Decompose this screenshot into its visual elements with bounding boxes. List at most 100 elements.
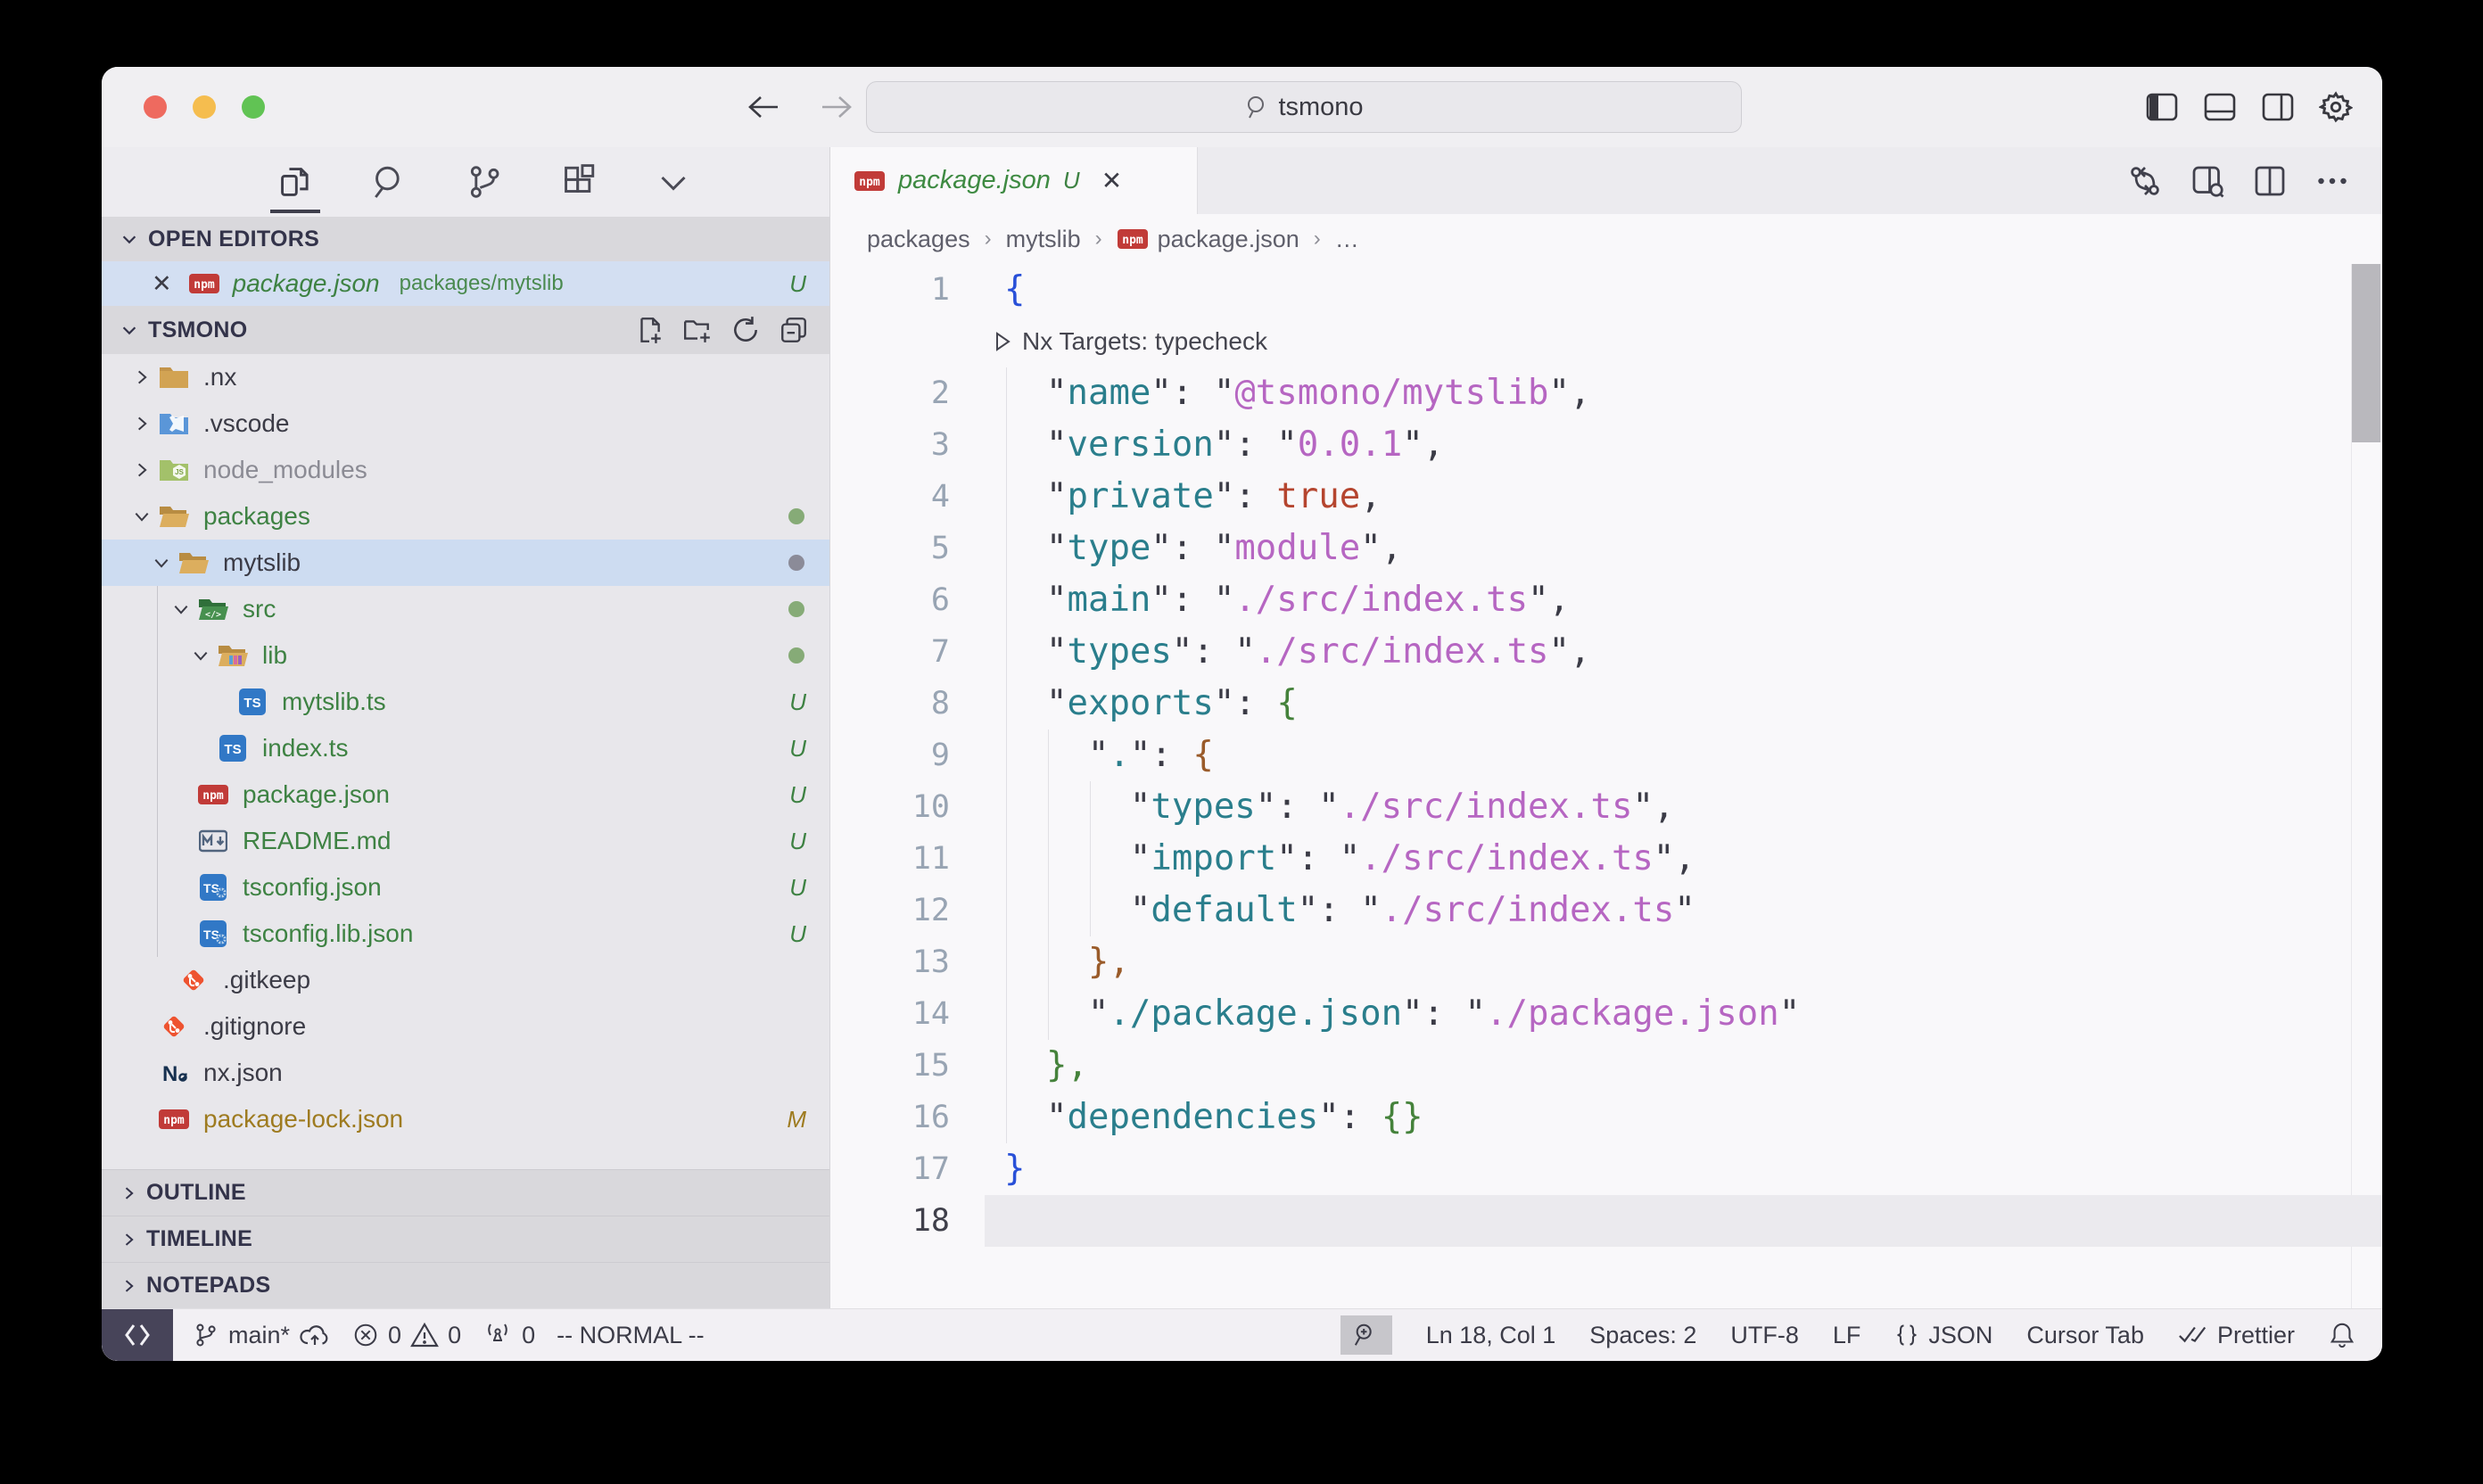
traffic-lights (144, 95, 265, 119)
forward-arrow-icon[interactable] (819, 88, 856, 126)
svg-text:</>: </> (205, 610, 221, 620)
tree-item-tsconfig-json[interactable]: TStsconfig.jsonU (102, 864, 829, 911)
code-text: "main": "./src/index.ts", (1004, 574, 1570, 626)
search-input[interactable]: tsmono (866, 81, 1742, 133)
chevron-down-icon (168, 600, 194, 618)
code-text: "name": "@tsmono/mytslib", (1004, 367, 1591, 419)
tree-item-label: nx.json (203, 1059, 283, 1087)
notifications-bell-icon[interactable] (2329, 1321, 2355, 1349)
search-view-icon[interactable] (362, 151, 417, 213)
new-folder-icon[interactable] (678, 310, 717, 350)
indentation-setting[interactable]: Spaces: 2 (1589, 1322, 1696, 1349)
tree-item-mytslib-ts[interactable]: TSmytslib.tsU (102, 679, 829, 725)
open-changes-icon[interactable] (2127, 163, 2163, 199)
back-arrow-icon[interactable] (744, 88, 781, 126)
git-status-badge: U (789, 874, 806, 902)
code-text: "import": "./src/index.ts", (1004, 833, 1695, 885)
line-number: 5 (830, 523, 950, 574)
settings-gear-icon[interactable] (2319, 90, 2353, 124)
open-editors-header[interactable]: OPEN EDITORS (102, 217, 829, 261)
codelens-nx-targets[interactable]: Nx Targets: typecheck (994, 316, 1267, 367)
code-text: }, (1004, 936, 1130, 988)
cursor-position[interactable]: Ln 18, Col 1 (1426, 1322, 1556, 1349)
section-header-notepads[interactable]: NOTEPADS (102, 1262, 829, 1308)
explorer-tab-icon[interactable] (268, 151, 323, 213)
collapse-all-icon[interactable] (774, 310, 813, 350)
eol-setting[interactable]: LF (1833, 1322, 1861, 1349)
breadcrumb-packages[interactable]: packages (867, 226, 970, 253)
formatter-status[interactable]: Prettier (2178, 1322, 2295, 1349)
code-line-3: 3"version": "0.0.1", (830, 419, 2382, 471)
encoding-setting[interactable]: UTF-8 (1730, 1322, 1799, 1349)
tree-item-label: node_modules (203, 456, 367, 484)
maximize-window-button[interactable] (242, 95, 265, 119)
ports-status[interactable]: 0 (483, 1321, 535, 1349)
vim-mode-label: -- NORMAL -- (557, 1322, 704, 1349)
tree-item-tsconfig-lib-json[interactable]: TStsconfig.lib.jsonU (102, 911, 829, 957)
braces-icon (1894, 1323, 1919, 1348)
toggle-secondary-sidebar-icon[interactable] (2261, 90, 2295, 124)
tree-item-readme-md[interactable]: README.mdU (102, 818, 829, 864)
toggle-panel-icon[interactable] (2203, 90, 2237, 124)
line-number: 6 (830, 574, 950, 626)
tree-item-src[interactable]: </>src (102, 586, 829, 632)
breadcrumb-mytslib[interactable]: mytslib (1006, 226, 1081, 253)
title-bar: tsmono (102, 67, 2382, 147)
tab-close-icon[interactable]: ✕ (1101, 166, 1122, 195)
code-editor[interactable]: 1{Nx Targets: typecheck2"name": "@tsmono… (830, 264, 2382, 1308)
section-header-outline[interactable]: OUTLINE (102, 1169, 829, 1216)
breadcrumb-package-json[interactable]: npmpackage.json (1117, 226, 1299, 253)
line-number: 16 (830, 1092, 950, 1143)
tree-item-lib[interactable]: lib (102, 632, 829, 679)
toggle-primary-sidebar-icon[interactable] (2145, 90, 2179, 124)
code-text: "exports": { (1004, 678, 1298, 730)
refresh-icon[interactable] (726, 310, 765, 350)
tree-item-package-json[interactable]: npmpackage.jsonU (102, 771, 829, 818)
tree-item--vscode[interactable]: .vscode (102, 400, 829, 447)
tree-item-mytslib[interactable]: mytslib (102, 540, 829, 586)
language-mode[interactable]: JSON (1894, 1322, 1992, 1349)
breadcrumb-separator: › (985, 227, 992, 251)
more-actions-icon[interactable] (2314, 163, 2350, 199)
line-number: 3 (830, 419, 950, 471)
section-header-timeline[interactable]: TIMELINE (102, 1216, 829, 1262)
close-editor-icon[interactable]: ✕ (152, 270, 172, 298)
tree-item-node-modules[interactable]: JSnode_modules (102, 447, 829, 493)
more-views-chevron-icon[interactable] (646, 151, 701, 213)
git-branch-status[interactable]: main* (193, 1322, 331, 1349)
cloud-upload-icon (299, 1322, 331, 1348)
tree-item--nx[interactable]: .nx (102, 354, 829, 400)
code-line-9: 9".": { (830, 730, 2382, 781)
vim-mode[interactable]: -- NORMAL -- (557, 1322, 704, 1349)
chevron-down-icon (120, 229, 139, 249)
problems-status[interactable]: 0 0 (352, 1322, 461, 1349)
cursor-tab-indicator[interactable]: Cursor Tab (2026, 1322, 2144, 1349)
ts-config-icon: TS (194, 874, 232, 901)
tab-package-json[interactable]: npm package.json U ✕ (830, 147, 1198, 214)
split-editor-icon[interactable] (2252, 163, 2288, 199)
open-editor-item[interactable]: ✕ npm package.json packages/mytslib U (102, 261, 829, 306)
screencast-zoom-indicator[interactable] (1340, 1315, 1392, 1355)
tree-item--gitkeep[interactable]: .gitkeep (102, 957, 829, 1003)
remote-indicator[interactable] (102, 1309, 173, 1361)
minimize-window-button[interactable] (193, 95, 216, 119)
code-line-1: 1{ (830, 264, 2382, 316)
code-line-14: 14"./package.json": "./package.json" (830, 988, 2382, 1040)
new-file-icon[interactable] (630, 310, 669, 350)
tree-item-packages[interactable]: packages (102, 493, 829, 540)
tree-item-index-ts[interactable]: TSindex.tsU (102, 725, 829, 771)
tree-item-package-lock-json[interactable]: npmpackage-lock.jsonM (102, 1096, 829, 1142)
line-number: 12 (830, 885, 950, 936)
close-window-button[interactable] (144, 95, 167, 119)
tree-item-label: packages (203, 502, 310, 531)
line-number: 18 (830, 1195, 950, 1247)
workspace-header[interactable]: TSMONO (102, 306, 829, 354)
extensions-icon[interactable] (551, 151, 606, 213)
source-control-icon[interactable] (457, 151, 512, 213)
code-text: } (1004, 1143, 1025, 1195)
breadcrumb--[interactable]: … (1335, 226, 1359, 253)
tree-item-nx-json[interactable]: Nnx.json (102, 1050, 829, 1096)
tree-item--gitignore[interactable]: .gitignore (102, 1003, 829, 1050)
code-line-17: 17} (830, 1143, 2382, 1195)
open-preview-icon[interactable] (2190, 163, 2225, 199)
